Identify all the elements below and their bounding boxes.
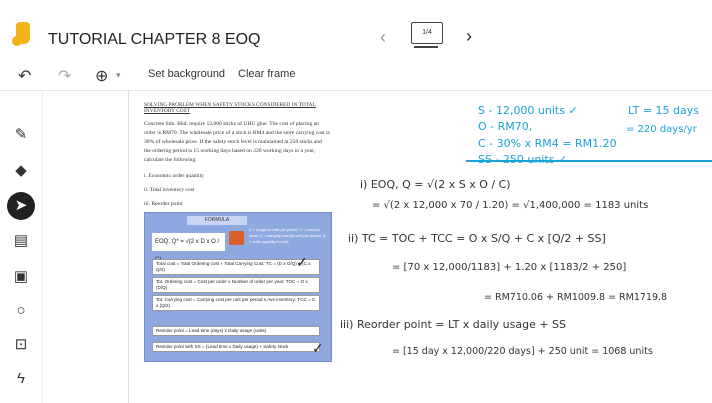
ink-underline: [466, 160, 712, 162]
list-item: ii. Total inventory cost: [144, 187, 195, 193]
handwriting-rop-formula: iii) Reorder point = LT x daily usage + …: [340, 318, 567, 331]
select-icon[interactable]: ➤: [7, 192, 35, 220]
eoq-formula: EOQ, Q* = √(2 x D x O / C): [152, 233, 225, 263]
formula-row: Total cost = Total Ordering cost + Total…: [152, 259, 320, 275]
app-logo-icon: [12, 22, 30, 46]
handwriting-tc-substitution: = [70 x 12,000/1183] + 1.20 x [1183/2 + …: [392, 262, 627, 273]
title-bar: TUTORIAL CHAPTER 8 EOQ ‹ 1/4 ›: [0, 0, 712, 60]
formula-row: Tot. Ordering cost = Cost per order x Nu…: [152, 277, 320, 293]
handwriting-given-lt: LT = 15 days: [628, 104, 700, 117]
set-background-button[interactable]: Set background: [148, 68, 225, 80]
handwriting-eoq-result: = √(2 x 12,000 x 70 / 1.20) = √1,400,000…: [372, 200, 649, 211]
shape-icon[interactable]: ○: [12, 302, 30, 320]
redo-icon[interactable]: ↷: [58, 66, 71, 86]
laser-icon[interactable]: ϟ: [12, 370, 30, 388]
formula-row: Reorder point with SS = (Lead time x Dai…: [152, 342, 320, 352]
question-list: i. Economic order quantity ii. Total inv…: [144, 169, 330, 211]
pen-icon[interactable]: ✎: [12, 126, 30, 144]
calculator-icon: [229, 231, 244, 245]
formula-row: Tot. Carrying cost = Carrying cost per u…: [152, 295, 320, 311]
question-document: SOLVING PROBLEM WHEN SAFETY STOCKS CONSI…: [144, 102, 330, 211]
next-slide-button[interactable]: ›: [466, 26, 472, 47]
toolbar: ↶ ↷ ⊕ ▾ Set background Clear frame: [0, 60, 712, 91]
formula-card: FORMULA EOQ, Q* = √(2 x D x O / C) D = u…: [144, 212, 332, 362]
list-item: i. Economic order quantity: [144, 173, 204, 179]
slide-thumbnail[interactable]: 1/4: [411, 22, 443, 48]
check-mark-icon: ✓: [296, 254, 308, 270]
formula-legend: D = usage in units per period; O = cost …: [249, 228, 326, 244]
handwriting-rop-result: = [15 day x 12,000/220 days] + 250 unit …: [392, 346, 653, 357]
zoom-icon[interactable]: ⊕: [95, 66, 108, 86]
eraser-icon[interactable]: ◆: [12, 162, 30, 180]
textbox-icon[interactable]: ⊡: [12, 336, 30, 354]
formula-title: FORMULA: [187, 216, 247, 225]
zoom-caret-icon[interactable]: ▾: [116, 70, 121, 81]
formula-row: Reorder point = Lead time (days) x Daily…: [152, 326, 320, 336]
undo-icon[interactable]: ↶: [18, 66, 31, 86]
handwriting-eoq-formula: i) EOQ, Q = √(2 x S x O / C): [360, 178, 511, 191]
handwriting-given-s: S - 12,000 units ✓: [478, 104, 578, 117]
handwriting-given-o: O - RM70,: [478, 120, 533, 133]
tool-sidebar: ✎ ◆ ➤ ▤ ▣ ○ ⊡ ϟ: [0, 90, 43, 403]
previous-slide-button[interactable]: ‹: [380, 27, 386, 48]
handwriting-tc-result: = RM710.06 + RM1009.8 = RM1719.8: [484, 292, 668, 303]
note-icon[interactable]: ▤: [12, 232, 30, 250]
check-mark-icon: ✓: [312, 340, 324, 356]
page-title: TUTORIAL CHAPTER 8 EOQ: [48, 31, 261, 48]
handwriting-given-c: C - 30% x RM4 = RM1.20: [478, 137, 617, 150]
document-paragraph: Concrete Sdn. Bhd. require 12,000 sticks…: [144, 121, 330, 163]
image-icon[interactable]: ▣: [12, 268, 30, 286]
list-item: iii. Reorder point: [144, 201, 183, 207]
document-heading: SOLVING PROBLEM WHEN SAFETY STOCKS CONSI…: [144, 102, 316, 114]
handwriting-tc-formula: ii) TC = TOC + TCC = O x S/Q + C x [Q/2 …: [348, 232, 606, 245]
handwriting-given-days: = 220 days/yr: [626, 124, 697, 135]
clear-frame-button[interactable]: Clear frame: [238, 68, 295, 80]
